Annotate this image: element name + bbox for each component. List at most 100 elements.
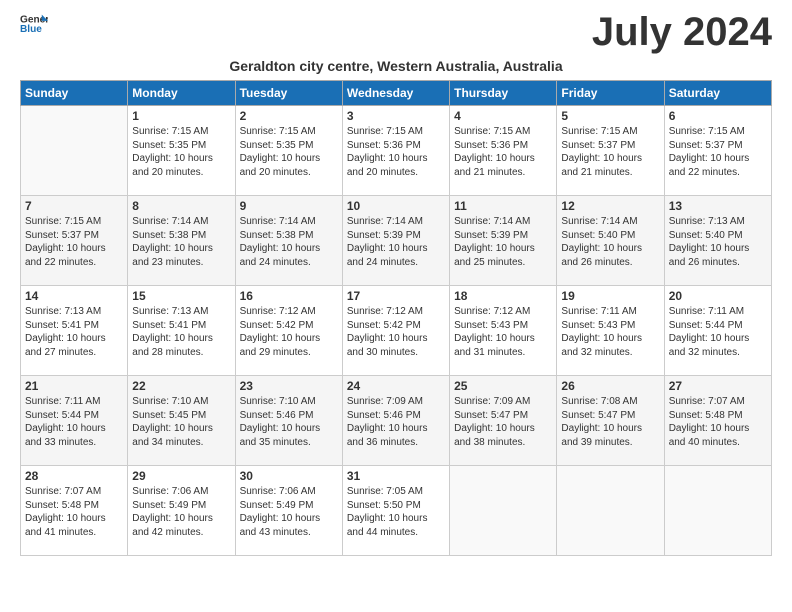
calendar-cell: 23 Sunrise: 7:10 AM Sunset: 5:46 PM Dayli… — [235, 376, 342, 466]
day-number: 2 — [240, 109, 338, 123]
day-number: 23 — [240, 379, 338, 393]
calendar-cell: 28Sunrise: 7:07 AM Sunset: 5:48 PM Dayli… — [21, 466, 128, 556]
calendar-cell: 11Sunrise: 7:14 AM Sunset: 5:39 PM Dayli… — [450, 196, 557, 286]
day-content: Sunrise: 7:08 AM Sunset: 5:47 PM Dayligh… — [561, 395, 659, 449]
day-number: 4 — [454, 109, 552, 123]
day-number: 5 — [561, 109, 659, 123]
calendar-cell: 1 Sunrise: 7:15 AM Sunset: 5:35 PM Daylig… — [128, 106, 235, 196]
calendar-cell: 24 Sunrise: 7:09 AM Sunset: 5:46 PM Dayli… — [342, 376, 449, 466]
day-number: 27 — [669, 379, 767, 393]
day-content: Sunrise: 7:13 AM Sunset: 5:40 PM Dayligh… — [669, 215, 767, 269]
calendar-cell: 6 Sunrise: 7:15 AM Sunset: 5:37 PM Daylig… — [664, 106, 771, 196]
logo: General Blue — [20, 10, 48, 38]
day-content: Sunrise: 7:15 AM Sunset: 5:35 PM Dayligh… — [240, 125, 338, 179]
subtitle: Geraldton city centre, Western Australia… — [20, 58, 772, 74]
calendar-week-row: 28Sunrise: 7:07 AM Sunset: 5:48 PM Dayli… — [21, 466, 772, 556]
day-number: 9 — [240, 199, 338, 213]
day-number: 28 — [25, 469, 123, 483]
day-number: 25 — [454, 379, 552, 393]
day-number: 13 — [669, 199, 767, 213]
day-content: Sunrise: 7:13 AM Sunset: 5:41 PM Dayligh… — [132, 305, 230, 359]
calendar-cell: 8 Sunrise: 7:14 AM Sunset: 5:38 PM Daylig… — [128, 196, 235, 286]
day-content: Sunrise: 7:14 AM Sunset: 5:39 PM Dayligh… — [347, 215, 445, 269]
calendar-cell: 29 Sunrise: 7:06 AM Sunset: 5:49 PM Dayli… — [128, 466, 235, 556]
day-number: 20 — [669, 289, 767, 303]
calendar-cell: 15 Sunrise: 7:13 AM Sunset: 5:41 PM Dayli… — [128, 286, 235, 376]
day-number: 19 — [561, 289, 659, 303]
day-content: Sunrise: 7:13 AM Sunset: 5:41 PM Dayligh… — [25, 305, 123, 359]
day-content: Sunrise: 7:14 AM Sunset: 5:38 PM Dayligh… — [240, 215, 338, 269]
day-content: Sunrise: 7:12 AM Sunset: 5:42 PM Dayligh… — [347, 305, 445, 359]
calendar-cell: 22Sunrise: 7:10 AM Sunset: 5:45 PM Dayli… — [128, 376, 235, 466]
calendar-cell: 7 Sunrise: 7:15 AM Sunset: 5:37 PM Daylig… — [21, 196, 128, 286]
calendar-cell: 4 Sunrise: 7:15 AM Sunset: 5:36 PM Daylig… — [450, 106, 557, 196]
day-content: Sunrise: 7:06 AM Sunset: 5:49 PM Dayligh… — [132, 485, 230, 539]
calendar-table: SundayMondayTuesdayWednesdayThursdayFrid… — [20, 80, 772, 556]
month-title: July 2024 — [592, 10, 772, 54]
day-content: Sunrise: 7:15 AM Sunset: 5:36 PM Dayligh… — [454, 125, 552, 179]
day-number: 26 — [561, 379, 659, 393]
day-number: 18 — [454, 289, 552, 303]
calendar-header-row: SundayMondayTuesdayWednesdayThursdayFrid… — [21, 81, 772, 106]
svg-text:Blue: Blue — [20, 24, 42, 35]
day-number: 22 — [132, 379, 230, 393]
day-content: Sunrise: 7:09 AM Sunset: 5:46 PM Dayligh… — [347, 395, 445, 449]
calendar-cell: 26 Sunrise: 7:08 AM Sunset: 5:47 PM Dayli… — [557, 376, 664, 466]
day-content: Sunrise: 7:15 AM Sunset: 5:37 PM Dayligh… — [561, 125, 659, 179]
day-number: 8 — [132, 199, 230, 213]
day-content: Sunrise: 7:14 AM Sunset: 5:40 PM Dayligh… — [561, 215, 659, 269]
header: General Blue July 2024 — [20, 10, 772, 54]
calendar-cell: 9 Sunrise: 7:14 AM Sunset: 5:38 PM Daylig… — [235, 196, 342, 286]
day-number: 3 — [347, 109, 445, 123]
day-content: Sunrise: 7:15 AM Sunset: 5:37 PM Dayligh… — [25, 215, 123, 269]
calendar-week-row: 7 Sunrise: 7:15 AM Sunset: 5:37 PM Daylig… — [21, 196, 772, 286]
weekday-header: Saturday — [664, 81, 771, 106]
weekday-header: Monday — [128, 81, 235, 106]
day-number: 24 — [347, 379, 445, 393]
day-number: 17 — [347, 289, 445, 303]
calendar-cell: 2 Sunrise: 7:15 AM Sunset: 5:35 PM Daylig… — [235, 106, 342, 196]
day-content: Sunrise: 7:12 AM Sunset: 5:42 PM Dayligh… — [240, 305, 338, 359]
day-content: Sunrise: 7:15 AM Sunset: 5:37 PM Dayligh… — [669, 125, 767, 179]
calendar-week-row: 14 Sunrise: 7:13 AM Sunset: 5:41 PM Dayli… — [21, 286, 772, 376]
day-content: Sunrise: 7:15 AM Sunset: 5:36 PM Dayligh… — [347, 125, 445, 179]
day-number: 15 — [132, 289, 230, 303]
calendar-body: 1 Sunrise: 7:15 AM Sunset: 5:35 PM Daylig… — [21, 106, 772, 556]
day-content: Sunrise: 7:14 AM Sunset: 5:39 PM Dayligh… — [454, 215, 552, 269]
calendar-cell: 31 Sunrise: 7:05 AM Sunset: 5:50 PM Dayli… — [342, 466, 449, 556]
weekday-header: Thursday — [450, 81, 557, 106]
calendar-cell: 14 Sunrise: 7:13 AM Sunset: 5:41 PM Dayli… — [21, 286, 128, 376]
weekday-header: Sunday — [21, 81, 128, 106]
day-content: Sunrise: 7:11 AM Sunset: 5:44 PM Dayligh… — [25, 395, 123, 449]
calendar-cell: 17 Sunrise: 7:12 AM Sunset: 5:42 PM Dayli… — [342, 286, 449, 376]
calendar-cell — [664, 466, 771, 556]
calendar-week-row: 21 Sunrise: 7:11 AM Sunset: 5:44 PM Dayli… — [21, 376, 772, 466]
calendar-cell: 21 Sunrise: 7:11 AM Sunset: 5:44 PM Dayli… — [21, 376, 128, 466]
day-content: Sunrise: 7:05 AM Sunset: 5:50 PM Dayligh… — [347, 485, 445, 539]
day-number: 14 — [25, 289, 123, 303]
day-content: Sunrise: 7:10 AM Sunset: 5:46 PM Dayligh… — [240, 395, 338, 449]
calendar-cell — [450, 466, 557, 556]
day-number: 31 — [347, 469, 445, 483]
calendar-cell: 19 Sunrise: 7:11 AM Sunset: 5:43 PM Dayli… — [557, 286, 664, 376]
day-content: Sunrise: 7:12 AM Sunset: 5:43 PM Dayligh… — [454, 305, 552, 359]
day-content: Sunrise: 7:14 AM Sunset: 5:38 PM Dayligh… — [132, 215, 230, 269]
day-number: 16 — [240, 289, 338, 303]
day-content: Sunrise: 7:15 AM Sunset: 5:35 PM Dayligh… — [132, 125, 230, 179]
calendar-cell: 27Sunrise: 7:07 AM Sunset: 5:48 PM Dayli… — [664, 376, 771, 466]
calendar-cell: 18 Sunrise: 7:12 AM Sunset: 5:43 PM Dayli… — [450, 286, 557, 376]
day-number: 21 — [25, 379, 123, 393]
day-content: Sunrise: 7:09 AM Sunset: 5:47 PM Dayligh… — [454, 395, 552, 449]
day-number: 6 — [669, 109, 767, 123]
calendar-cell: 16 Sunrise: 7:12 AM Sunset: 5:42 PM Dayli… — [235, 286, 342, 376]
weekday-header: Wednesday — [342, 81, 449, 106]
day-number: 12 — [561, 199, 659, 213]
calendar-cell — [557, 466, 664, 556]
day-content: Sunrise: 7:06 AM Sunset: 5:49 PM Dayligh… — [240, 485, 338, 539]
day-content: Sunrise: 7:11 AM Sunset: 5:43 PM Dayligh… — [561, 305, 659, 359]
day-number: 7 — [25, 199, 123, 213]
weekday-header: Friday — [557, 81, 664, 106]
day-number: 29 — [132, 469, 230, 483]
title-block: July 2024 — [592, 10, 772, 54]
day-number: 1 — [132, 109, 230, 123]
